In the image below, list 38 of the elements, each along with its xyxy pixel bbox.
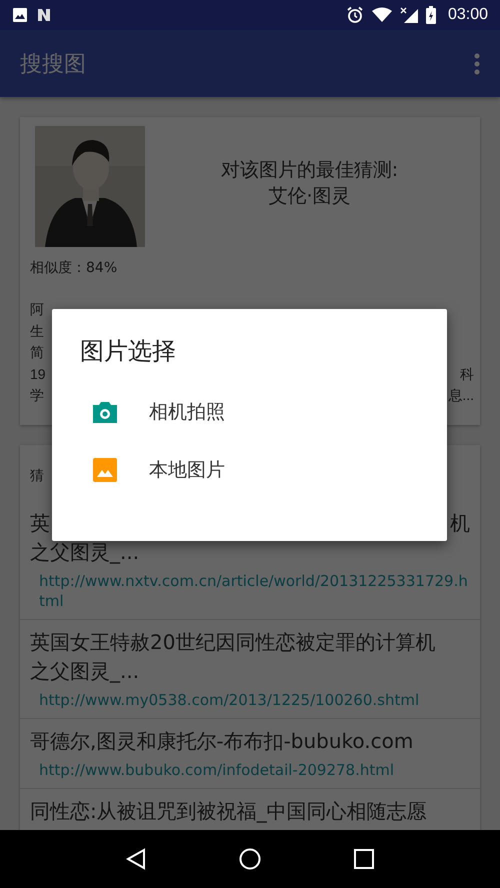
detail-text: 简 [30, 343, 44, 362]
detail-text: 科 [460, 364, 474, 384]
more-options-icon[interactable] [474, 52, 480, 74]
n-logo-icon [36, 7, 52, 23]
home-icon[interactable] [238, 848, 261, 870]
status-time: 03:00 [448, 6, 488, 24]
detail-text: 阿 [30, 300, 44, 319]
image-icon [12, 7, 28, 23]
recents-icon[interactable] [354, 849, 374, 869]
alarm-icon [346, 6, 364, 24]
result-link[interactable]: http://www.bubuko.com/infodetail-209278.html [30, 760, 470, 780]
similarity-text: 相似度：84% [30, 259, 118, 278]
best-guess-heading: 对该图片的最佳猜测: [220, 158, 398, 182]
detail-text: 生 [30, 322, 44, 340]
detail-text: 息... [448, 386, 474, 405]
result-link[interactable]: http://www.nxtv.com.cn/article/world/20131225331729.html [30, 571, 470, 611]
dialog-title: 图片选择 [79, 336, 177, 367]
back-icon[interactable] [126, 848, 146, 870]
best-guess-name: 艾伦·图灵 [268, 184, 351, 208]
detail-text: 19 [30, 364, 46, 384]
result-title[interactable]: 机 [450, 509, 470, 538]
app-title: 搜搜图 [20, 50, 86, 78]
result-title[interactable]: 哥德尔,图灵和康托尔-布布扣-bubuko.com [30, 727, 414, 756]
result-link[interactable]: http://www.my0538.com/2013/1225/100260.shtml [30, 690, 470, 710]
detail-text: 学 [30, 386, 44, 405]
camera-icon [93, 401, 117, 423]
results-header: 猜 [30, 467, 44, 485]
dialog-option[interactable]: 相机拍照 [52, 383, 447, 441]
result-title[interactable]: 之父图灵_... [30, 538, 140, 567]
battery-charging-icon [426, 6, 436, 24]
result-title[interactable]: 之父图灵_... [30, 657, 140, 686]
wifi-icon [372, 7, 392, 23]
result-title[interactable]: 同性恋:从被诅咒到被祝福_中国同心相随志愿 [30, 797, 427, 826]
dialog-option[interactable]: 本地图片 [52, 441, 447, 499]
image-icon [93, 458, 117, 482]
result-title[interactable]: 英国女王特赦20世纪因同性恋被定罪的计算机 [30, 628, 436, 657]
signal-icon [400, 7, 418, 23]
result-title[interactable]: 英 [30, 509, 50, 538]
